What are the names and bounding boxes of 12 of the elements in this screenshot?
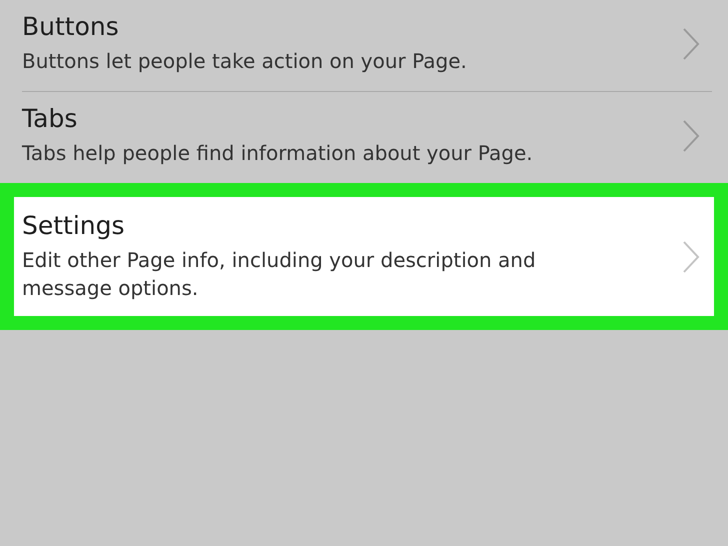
- item-title: Buttons: [22, 12, 120, 41]
- list-item[interactable]: Buttons Buttons let people take action on your Page.: [0, 0, 728, 91]
- list-item[interactable]: Tabs Tabs help people find information about your Page.: [0, 92, 728, 183]
- chevron-icon: [682, 26, 700, 60]
- item-description: Buttons let people take action on your Page.: [22, 48, 468, 75]
- item-title: Tabs: [22, 104, 78, 133]
- highlighted-list-item[interactable]: Settings Edit other Page info, including your description and message options.: [0, 183, 728, 330]
- chevron-icon: [682, 118, 700, 152]
- item-description: Edit other Page info, including your description and message options.: [22, 247, 537, 302]
- item-description: Tabs help people find information about your Page.: [22, 140, 534, 167]
- item-title: Settings: [22, 211, 126, 240]
- chevron-icon: [682, 240, 700, 274]
